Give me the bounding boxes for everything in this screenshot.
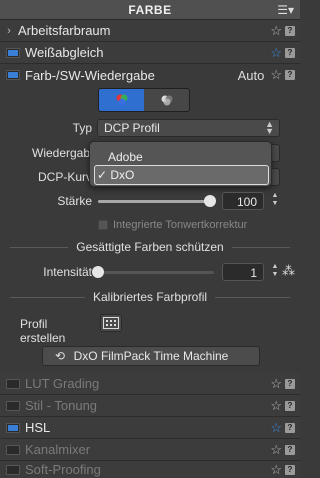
- strength-label: Stärke: [57, 194, 92, 208]
- divider-line: [215, 296, 291, 298]
- strength-value-field[interactable]: 100: [222, 192, 264, 210]
- help-icon[interactable]: ?: [285, 25, 295, 36]
- tone-correction-checkbox[interactable]: Integrierte Tonwertkorrektur: [98, 219, 247, 231]
- strength-stepper[interactable]: ▲ ▼: [270, 192, 280, 210]
- intensity-label: Intensität: [43, 265, 92, 279]
- section-farb-sw-wiedergabe[interactable]: Farb-/SW-Wiedergabe Auto ☆ ?: [0, 64, 300, 86]
- help-icon[interactable]: ?: [285, 400, 295, 411]
- divider-line: [10, 246, 69, 248]
- type-select[interactable]: DCP Profil ▲ ▼: [97, 119, 280, 137]
- strength-slider-fill: [98, 200, 210, 203]
- time-machine-icon: ⟲: [55, 349, 66, 363]
- color-circles-icon: [116, 94, 127, 106]
- star-icon[interactable]: ☆: [270, 420, 282, 436]
- dropdown-option-dxo[interactable]: ✓ DxO: [94, 165, 269, 185]
- section-label: Weißabgleich: [25, 45, 104, 60]
- saturation-section-title: Gesättigte Farben schützen: [76, 240, 224, 254]
- profile-section-title: Kalibriertes Farbprofil: [92, 290, 208, 304]
- star-icon[interactable]: ☆: [270, 45, 282, 61]
- star-icon[interactable]: ☆: [270, 442, 282, 458]
- help-icon[interactable]: ?: [285, 444, 295, 455]
- divider-line: [231, 246, 291, 248]
- help-icon[interactable]: ?: [285, 422, 295, 433]
- enable-toggle[interactable]: [6, 400, 20, 411]
- color-mode-button[interactable]: [99, 89, 144, 111]
- enable-toggle[interactable]: [6, 378, 20, 389]
- enable-toggle[interactable]: [6, 464, 20, 475]
- filmpack-time-machine-button[interactable]: ⟲ DxO FilmPack Time Machine: [42, 346, 260, 366]
- type-label: Typ: [72, 121, 92, 135]
- help-icon[interactable]: ?: [285, 378, 295, 389]
- panel-title: FARBE: [128, 2, 172, 17]
- bw-circles-icon: [161, 95, 172, 106]
- section-label: Stil - Tonung: [25, 398, 98, 413]
- section-label: HSL: [25, 420, 51, 435]
- section-weissabgleich[interactable]: Weißabgleich ☆ ?: [0, 42, 300, 64]
- star-icon[interactable]: ☆: [270, 376, 282, 392]
- tone-correction-label: Integrierte Tonwertkorrektur: [113, 219, 248, 231]
- filmpack-label: DxO FilmPack Time Machine: [73, 349, 229, 363]
- divider-line: [10, 296, 85, 298]
- dropdown-option-adobe[interactable]: Adobe: [94, 147, 269, 167]
- enable-toggle[interactable]: [6, 422, 20, 433]
- intensity-stepper[interactable]: ▲ ▼: [270, 263, 280, 281]
- section-label: LUT Grading: [25, 376, 100, 391]
- enable-toggle[interactable]: [6, 70, 20, 80]
- section-soft-proofing[interactable]: Soft-Proofing ☆ ?: [0, 461, 300, 478]
- magic-wand-icon[interactable]: ⁂: [282, 263, 295, 279]
- section-label: Farb-/SW-Wiedergabe: [25, 67, 155, 83]
- section-label: Arbeitsfarbraum: [18, 23, 111, 38]
- section-arbeitsfarbraum[interactable]: › Arbeitsfarbraum ☆ ?: [0, 20, 300, 42]
- bw-mode-button[interactable]: [144, 89, 189, 111]
- enable-toggle[interactable]: [6, 47, 20, 58]
- auto-label: Auto: [237, 67, 265, 83]
- checkbox-box[interactable]: [98, 220, 108, 230]
- section-stil-tonung[interactable]: Stil - Tonung ☆ ?: [0, 395, 300, 417]
- panel-header: FARBE ☰▾: [0, 0, 300, 20]
- intensity-slider-knob[interactable]: [92, 266, 104, 278]
- help-icon[interactable]: ?: [285, 70, 295, 80]
- help-icon[interactable]: ?: [285, 464, 295, 475]
- create-profile-button[interactable]: [100, 314, 122, 332]
- menu-icon[interactable]: ☰▾: [277, 3, 294, 17]
- enable-toggle[interactable]: [6, 444, 20, 455]
- section-kanalmixer[interactable]: Kanalmixer ☆ ?: [0, 439, 300, 461]
- select-arrows-icon: ▲▼: [265, 119, 274, 136]
- intensity-value-field[interactable]: 1: [222, 263, 264, 281]
- chevron-right-icon[interactable]: ›: [0, 25, 18, 37]
- color-mode-segmented-control[interactable]: [98, 88, 190, 112]
- intensity-slider[interactable]: [98, 271, 214, 274]
- section-label: Kanalmixer: [25, 442, 91, 457]
- color-checker-icon: [103, 317, 119, 329]
- create-profile-label: Profil erstellen: [20, 317, 66, 345]
- strength-slider-knob[interactable]: [204, 195, 216, 207]
- section-divider-profile: Kalibriertes Farbprofil: [10, 290, 291, 304]
- section-hsl[interactable]: HSL ☆ ?: [0, 417, 300, 439]
- star-icon[interactable]: ☆: [270, 23, 282, 39]
- help-icon[interactable]: ?: [285, 47, 295, 58]
- star-icon[interactable]: ☆: [270, 398, 282, 414]
- star-icon[interactable]: ☆: [270, 67, 282, 83]
- curve-dropdown-menu[interactable]: Adobe ✓ DxO: [89, 141, 272, 187]
- strength-slider[interactable]: [98, 200, 210, 203]
- type-value: DCP Profil: [104, 121, 160, 135]
- section-lut-grading[interactable]: LUT Grading ☆ ?: [0, 373, 300, 395]
- star-icon[interactable]: ☆: [270, 462, 282, 478]
- section-label: Soft-Proofing: [25, 462, 101, 477]
- section-divider-saturation: Gesättigte Farben schützen: [10, 240, 291, 254]
